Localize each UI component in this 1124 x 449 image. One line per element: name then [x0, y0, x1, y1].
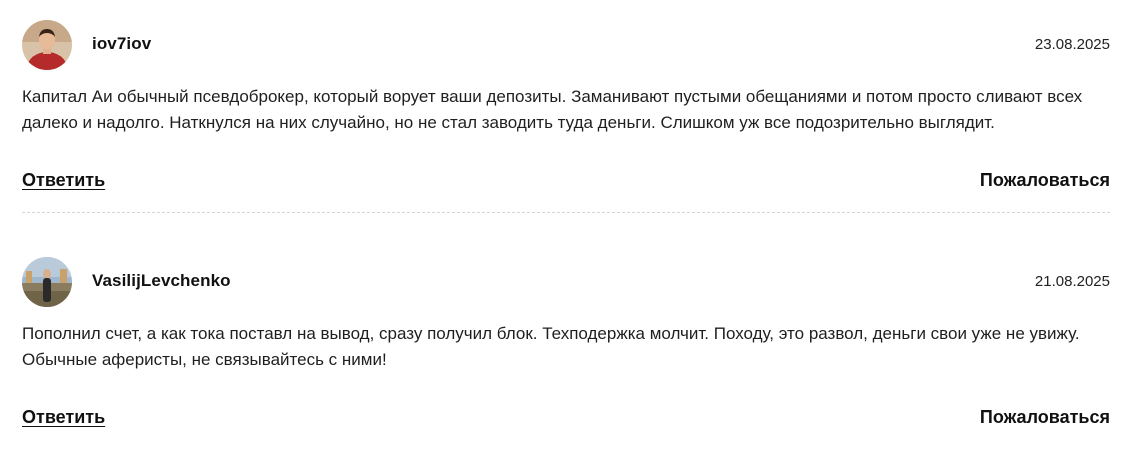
comments-list: iov7iov 23.08.2025 Капитал Аи обычный пс… — [0, 0, 1124, 449]
username: VasilijLevchenko — [92, 271, 231, 290]
comment-header: VasilijLevchenko 21.08.2025 — [22, 257, 1110, 307]
reply-button[interactable]: Ответить — [22, 170, 105, 191]
comment-text: Пополнил счет, а как тока поставл на выв… — [22, 324, 1080, 369]
reply-button[interactable]: Ответить — [22, 407, 105, 428]
comment-item: VasilijLevchenko 21.08.2025 Пополнил сче… — [22, 257, 1110, 427]
comment-actions: Ответить Пожаловаться — [22, 170, 1110, 194]
report-button[interactable]: Пожаловаться — [980, 407, 1110, 428]
comment-actions: Ответить Пожаловаться — [22, 407, 1110, 431]
user-avatar-icon[interactable] — [22, 257, 72, 307]
comment-header: iov7iov 23.08.2025 — [22, 20, 1110, 70]
comment-item: iov7iov 23.08.2025 Капитал Аи обычный пс… — [22, 20, 1110, 190]
user-avatar-icon[interactable] — [22, 20, 72, 70]
comment-divider — [22, 212, 1110, 213]
username: iov7iov — [92, 34, 152, 53]
comment-date: 21.08.2025 — [1034, 273, 1110, 290]
report-button[interactable]: Пожаловаться — [980, 170, 1110, 191]
comment-date: 23.08.2025 — [1034, 36, 1110, 53]
comment-text: Капитал Аи обычный псевдоброкер, который… — [22, 87, 1083, 132]
